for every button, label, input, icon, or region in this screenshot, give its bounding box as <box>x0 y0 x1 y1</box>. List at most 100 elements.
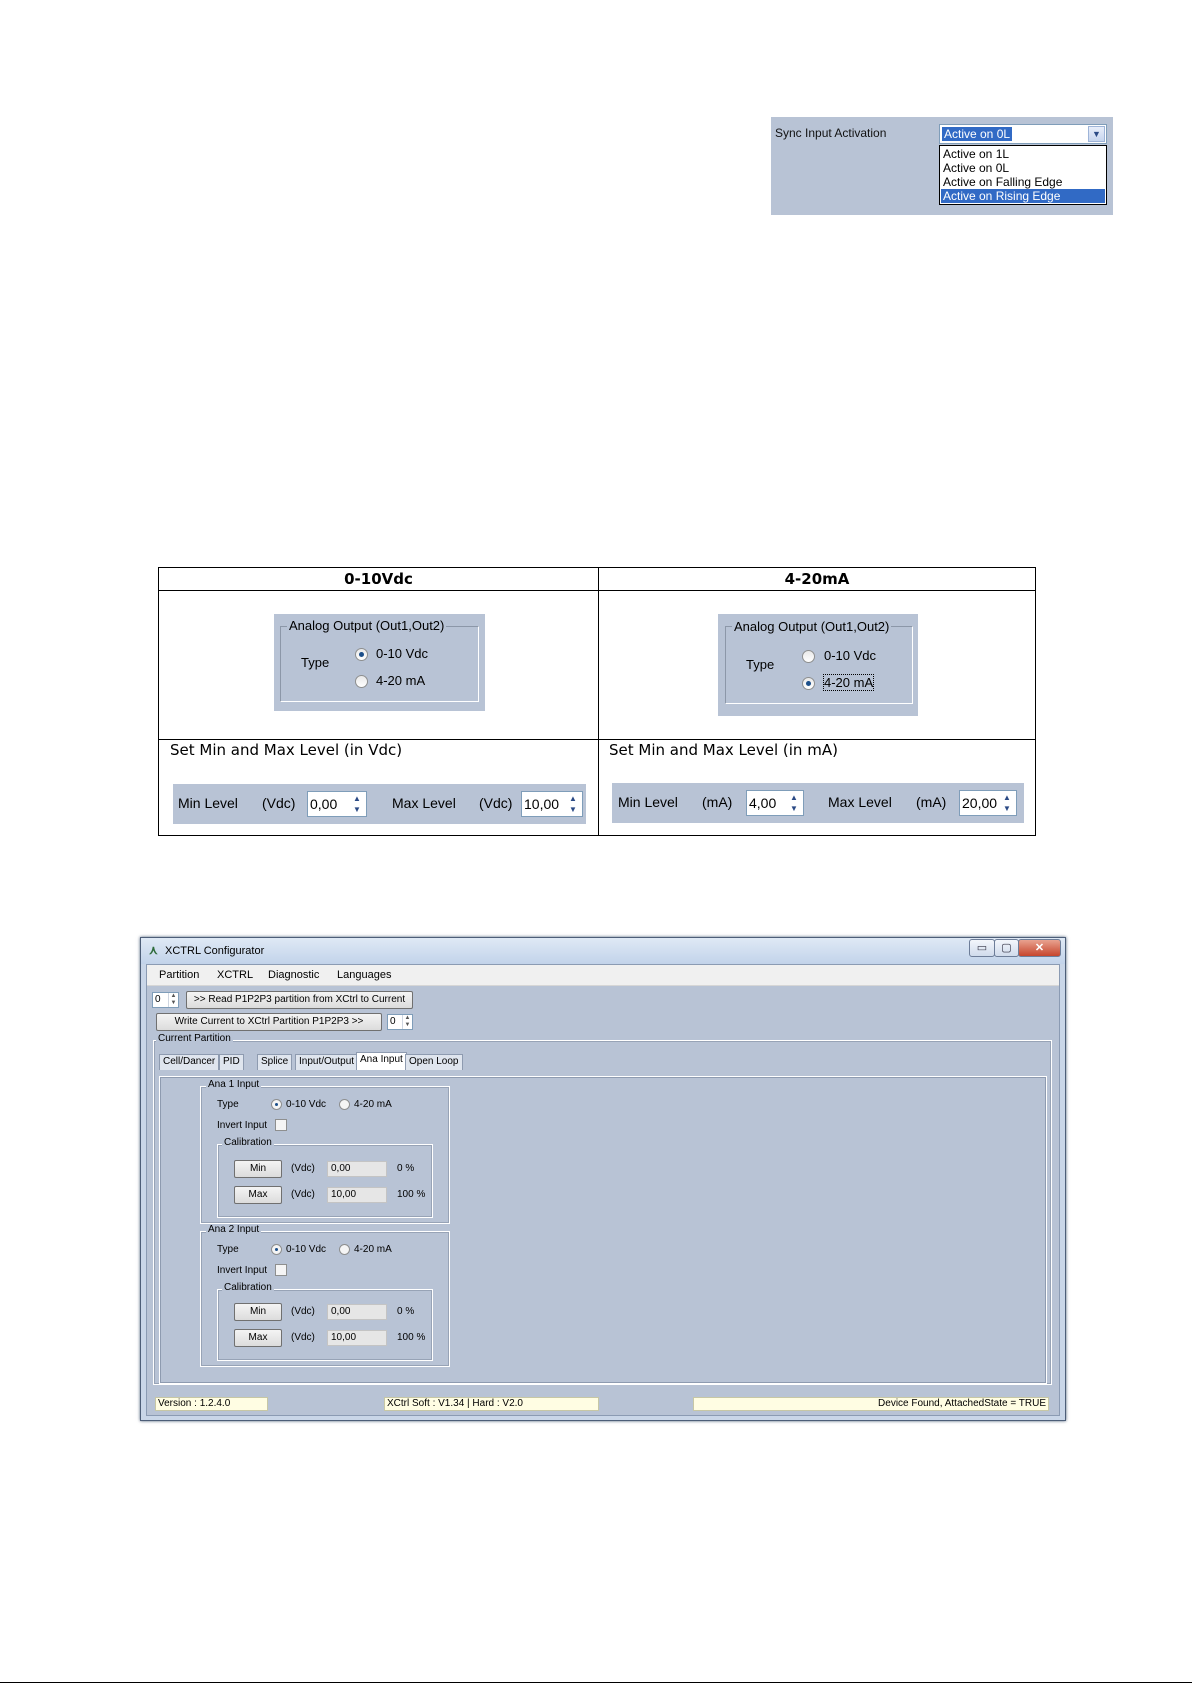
radio-4-20-ma[interactable] <box>355 675 368 688</box>
tab-open-loop[interactable]: Open Loop <box>405 1054 463 1070</box>
table-header-vdc: 0-10Vdc <box>344 570 413 588</box>
analog-output-panel-ma: Analog Output (Out1,Out2) Type 0-10 Vdc … <box>718 614 918 716</box>
status-device: Device Found, AttachedState = TRUE <box>693 1397 1049 1411</box>
sync-option-rising-edge[interactable]: Active on Rising Edge <box>941 189 1105 203</box>
analog-output-type-label: Type <box>301 655 330 670</box>
ana-2-invert-label: Invert Input <box>217 1265 268 1276</box>
ana-2-min-value: 0,00 <box>327 1304 387 1320</box>
ana-1-radio-0-10-vdc-label: 0-10 Vdc <box>286 1099 327 1110</box>
radio-0-10-vdc-label: 0-10 Vdc <box>824 648 877 663</box>
max-level-vdc-spinner[interactable]: 10,00 ▲ ▼ <box>521 791 583 817</box>
table-divider-header <box>159 590 1035 591</box>
ana-2-radio-4-20-ma[interactable] <box>339 1244 350 1255</box>
ana-1-min-percent: 0 % <box>397 1163 415 1174</box>
sync-option-active-0l[interactable]: Active on 0L <box>941 161 1105 175</box>
level-panel-ma: Min Level (mA) 4,00 ▲ ▼ Max Level (mA) 20… <box>612 783 1024 823</box>
min-level-unit: (Vdc) <box>262 795 296 811</box>
sync-input-combobox[interactable]: Active on 0L ▼ <box>939 124 1107 144</box>
spinner-arrows-icon[interactable]: ▲ ▼ <box>402 1015 412 1029</box>
analog-output-table: 0-10Vdc 4-20mA Analog Output (Out1,Out2)… <box>158 567 1036 836</box>
ana-1-invert-checkbox[interactable] <box>275 1119 287 1131</box>
xctrl-configurator-window: ⋏ XCTRL Configurator ▭ ▢ ✕ Partition XCT… <box>140 937 1066 1421</box>
ana-2-calibration-group: Calibration Min (Vdc) 0,00 0 % Max (Vdc)… <box>217 1282 433 1361</box>
ana-2-min-button[interactable]: Min <box>234 1303 282 1321</box>
level-panel-vdc: Min Level (Vdc) 0,00 ▲ ▼ Max Level (Vdc) … <box>173 784 586 824</box>
table-divider-vertical <box>598 568 599 835</box>
ana-2-max-button[interactable]: Max <box>234 1329 282 1347</box>
table-divider-row <box>159 739 1035 740</box>
current-partition-label: Current Partition <box>156 1033 233 1044</box>
min-level-vdc-value: 0,00 <box>310 796 338 812</box>
min-level-ma-spinner[interactable]: 4,00 ▲ ▼ <box>746 790 804 816</box>
analog-output-legend: Analog Output (Out1,Out2) <box>287 618 447 633</box>
ana-2-radio-0-10-vdc[interactable] <box>271 1244 282 1255</box>
tab-splice[interactable]: Splice <box>257 1054 293 1070</box>
ana-1-min-value: 0,00 <box>327 1161 387 1177</box>
min-level-unit: (mA) <box>702 794 733 810</box>
tab-input-output[interactable]: Input/Output <box>295 1054 359 1070</box>
sync-option-active-1l[interactable]: Active on 1L <box>941 147 1105 161</box>
menu-partition[interactable]: Partition <box>159 969 199 981</box>
ana-2-radio-4-20-ma-label: 4-20 mA <box>354 1244 392 1255</box>
ana-1-invert-label: Invert Input <box>217 1120 268 1131</box>
spinner-arrows-icon[interactable]: ▲ ▼ <box>565 793 581 815</box>
radio-0-10-vdc[interactable] <box>802 650 815 663</box>
ana-1-calibration-group: Calibration Min (Vdc) 0,00 0 % Max (Vdc)… <box>217 1137 433 1218</box>
analog-output-panel-vdc: Analog Output (Out1,Out2) Type 0-10 Vdc … <box>274 614 485 711</box>
set-level-ma-text: Set Min and Max Level (in mA) <box>609 741 838 759</box>
read-partition-button[interactable]: >> Read P1P2P3 partition from XCtrl to C… <box>186 991 413 1009</box>
ana-1-min-button[interactable]: Min <box>234 1160 282 1178</box>
menu-xctrl[interactable]: XCTRL <box>217 969 253 981</box>
close-icon[interactable]: ✕ <box>1018 939 1061 957</box>
sync-option-falling-edge[interactable]: Active on Falling Edge <box>941 175 1105 189</box>
ana-1-min-unit: (Vdc) <box>291 1163 315 1174</box>
ana-2-calibration-legend: Calibration <box>222 1282 274 1293</box>
menu-languages[interactable]: Languages <box>337 969 391 981</box>
min-level-ma-value: 4,00 <box>749 795 777 811</box>
current-partition-group: Current Partition Cell/Dancer PID Splice… <box>153 1033 1052 1385</box>
tab-pid[interactable]: PID <box>219 1054 244 1070</box>
chevron-down-icon[interactable]: ▼ <box>1088 126 1105 142</box>
radio-0-10-vdc[interactable] <box>355 648 368 661</box>
ana-1-radio-0-10-vdc[interactable] <box>271 1099 282 1110</box>
write-partition-index-spinner[interactable]: 0 ▲ ▼ <box>387 1014 413 1030</box>
maximize-icon[interactable]: ▢ <box>994 939 1019 957</box>
ana-1-max-button[interactable]: Max <box>234 1186 282 1204</box>
ana-1-max-unit: (Vdc) <box>291 1189 315 1200</box>
max-level-label: Max Level <box>828 794 892 810</box>
min-level-vdc-spinner[interactable]: 0,00 ▲ ▼ <box>307 791 367 817</box>
ana-1-max-value: 10,00 <box>327 1187 387 1203</box>
ana-1-calibration-legend: Calibration <box>222 1137 274 1148</box>
ana-2-input-legend: Ana 2 Input <box>206 1224 262 1235</box>
write-partition-button[interactable]: Write Current to XCtrl Partition P1P2P3 … <box>156 1013 382 1031</box>
radio-4-20-ma-label: 4-20 mA <box>822 674 875 691</box>
ana-2-invert-checkbox[interactable] <box>275 1264 287 1276</box>
set-level-vdc-text: Set Min and Max Level (in Vdc) <box>170 741 403 759</box>
ana-1-input-legend: Ana 1 Input <box>206 1079 262 1090</box>
write-partition-index-value: 0 <box>390 1016 396 1027</box>
max-level-label: Max Level <box>392 795 456 811</box>
spinner-arrows-icon[interactable]: ▲ ▼ <box>999 792 1015 814</box>
window-title: XCTRL Configurator <box>165 945 265 957</box>
spinner-arrows-icon[interactable]: ▲ ▼ <box>168 993 178 1007</box>
radio-4-20-ma[interactable] <box>802 677 815 690</box>
min-level-label: Min Level <box>178 795 238 811</box>
read-partition-index-spinner[interactable]: 0 ▲ ▼ <box>152 992 179 1008</box>
tab-ana-input[interactable]: Ana Input <box>356 1052 407 1070</box>
ana-2-input-group: Ana 2 Input Type 0-10 Vdc 4-20 mA Invert… <box>200 1224 450 1367</box>
tab-cell-dancer[interactable]: Cell/Dancer <box>159 1054 220 1070</box>
max-level-ma-spinner[interactable]: 20,00 ▲ ▼ <box>959 790 1017 816</box>
ana-2-max-value: 10,00 <box>327 1330 387 1346</box>
ana-2-max-unit: (Vdc) <box>291 1332 315 1343</box>
window-titlebar[interactable]: ⋏ XCTRL Configurator ▭ ▢ ✕ <box>141 938 1065 964</box>
ana-1-radio-4-20-ma[interactable] <box>339 1099 350 1110</box>
max-level-unit: (mA) <box>916 794 947 810</box>
max-level-vdc-value: 10,00 <box>524 796 560 812</box>
menu-diagnostic[interactable]: Diagnostic <box>268 969 319 981</box>
ana-1-input-group: Ana 1 Input Type 0-10 Vdc 4-20 mA Invert… <box>200 1079 450 1224</box>
ana-1-max-percent: 100 % <box>397 1189 426 1200</box>
minimize-icon[interactable]: ▭ <box>969 939 995 957</box>
spinner-arrows-icon[interactable]: ▲ ▼ <box>349 793 365 815</box>
spinner-arrows-icon[interactable]: ▲ ▼ <box>786 792 802 814</box>
max-level-unit: (Vdc) <box>479 795 513 811</box>
